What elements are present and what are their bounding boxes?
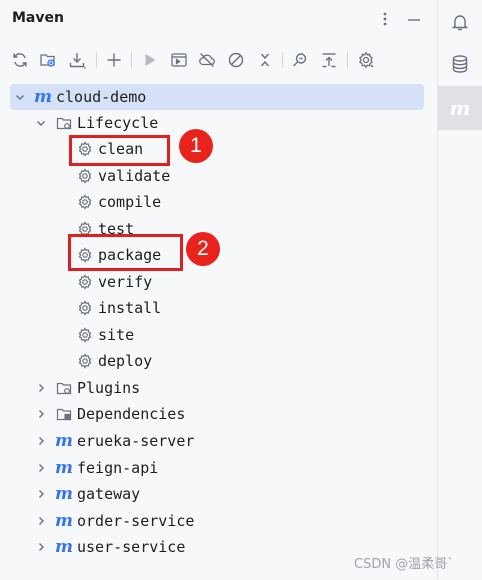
tree-node-label: install — [98, 299, 162, 317]
tree-node-label: order-service — [77, 511, 195, 530]
tree-node-plugins[interactable]: Plugins — [0, 375, 437, 401]
panel-title: Maven — [12, 10, 64, 26]
reload-icon[interactable] — [10, 50, 30, 70]
chevron-right-icon[interactable] — [35, 462, 47, 474]
maven-tool-window: Maven m cloud-demo Lifecycle clean valid… — [0, 0, 437, 580]
collapse-icon[interactable] — [255, 50, 275, 70]
gear-icon — [77, 353, 93, 369]
tree-node-module-order-service[interactable]: m order-service — [0, 508, 437, 534]
maven-icon[interactable]: m — [438, 86, 482, 130]
gear-icon — [77, 167, 93, 184]
lifecycle-folder-icon — [56, 115, 72, 131]
chevron-right-icon[interactable] — [35, 541, 47, 553]
analyze-dependencies-icon[interactable] — [290, 50, 310, 70]
skip-tests-icon[interactable] — [226, 50, 246, 70]
chevron-right-icon[interactable] — [35, 408, 47, 420]
tree-node-goal-clean[interactable]: clean — [0, 136, 437, 162]
highlight-box-clean — [69, 135, 170, 166]
tree-node-module-erueka-server[interactable]: m erueka-server — [0, 428, 437, 454]
plugins-folder-icon — [56, 380, 72, 396]
chevron-right-icon[interactable] — [35, 488, 47, 500]
execute-goal-icon[interactable] — [169, 50, 189, 70]
toolbar-separator — [282, 52, 283, 68]
notifications-icon[interactable] — [438, 0, 482, 44]
toolbar-separator — [347, 52, 348, 68]
maven-toolbar — [0, 44, 437, 76]
tree-node-label: site — [98, 325, 135, 344]
tree-node-module-gateway[interactable]: m gateway — [0, 481, 437, 507]
gear-icon — [77, 300, 93, 316]
maven-module-icon: m — [55, 457, 73, 478]
maven-module-icon: m — [55, 484, 73, 504]
chevron-right-icon[interactable] — [35, 515, 47, 527]
tree-node-label: erueka-server — [77, 432, 195, 450]
chevron-down-icon[interactable] — [35, 117, 47, 129]
vertical-ellipsis-icon[interactable] — [376, 10, 394, 28]
chevron-right-icon[interactable] — [35, 435, 47, 447]
tree-node-goal-verify[interactable]: verify — [0, 269, 437, 295]
tree-node-goal-site[interactable]: site — [0, 322, 437, 348]
tree-node-root-project[interactable]: m cloud-demo — [10, 84, 424, 110]
run-icon[interactable] — [140, 50, 160, 70]
tree-node-goal-test[interactable]: test — [0, 216, 437, 242]
maven-module-icon: m — [55, 510, 73, 531]
chevron-right-icon[interactable] — [35, 382, 47, 394]
tree-node-lifecycle[interactable]: Lifecycle — [0, 110, 437, 136]
panel-header: Maven — [0, 0, 437, 38]
tree-node-label: feign-api — [77, 458, 159, 477]
tree-node-dependencies[interactable]: Dependencies — [0, 401, 437, 427]
download-icon[interactable] — [67, 50, 87, 70]
right-tool-strip: m — [437, 0, 482, 580]
collapse-all-icon[interactable] — [319, 50, 339, 70]
watermark: CSDN @温柔哥` — [354, 557, 454, 572]
minimize-icon[interactable] — [405, 10, 423, 28]
highlight-box-package — [68, 234, 183, 271]
maven-module-icon: m — [34, 87, 52, 107]
maven-module-icon: m — [55, 537, 73, 557]
tree-node-goal-install[interactable]: install — [0, 295, 437, 321]
tree-node-label: deploy — [98, 352, 153, 370]
tree-node-label: Dependencies — [77, 405, 186, 423]
annotation-badge-2: 2 — [186, 232, 220, 266]
tree-node-label: cloud-demo — [56, 88, 147, 106]
tree-node-label: verify — [98, 272, 153, 291]
maven-module-icon: m — [55, 431, 73, 451]
tree-node-goal-validate[interactable]: validate — [0, 163, 437, 189]
tree-node-goal-compile[interactable]: compile — [0, 189, 437, 215]
tree-node-label: Lifecycle — [77, 114, 159, 132]
add-project-icon[interactable] — [38, 50, 58, 70]
offline-icon[interactable] — [197, 50, 217, 70]
annotation-badge-1: 1 — [179, 129, 213, 163]
tree-node-label: gateway — [77, 485, 141, 503]
toolbar-separator — [131, 52, 132, 68]
plus-icon[interactable] — [104, 50, 124, 70]
gear-icon — [77, 273, 93, 290]
tree-node-label: user-service — [77, 538, 186, 556]
dependencies-folder-icon — [56, 406, 72, 422]
tree-node-goal-deploy[interactable]: deploy — [0, 348, 437, 374]
tree-node-label: validate — [98, 166, 171, 185]
gear-icon — [77, 194, 93, 210]
database-icon[interactable] — [438, 42, 482, 86]
toolbar-separator — [96, 52, 97, 68]
tree-node-module-feign-api[interactable]: m feign-api — [0, 455, 437, 481]
tree-node-label: Plugins — [77, 379, 141, 397]
settings-icon[interactable] — [356, 50, 376, 70]
tree-node-label: compile — [98, 193, 162, 211]
gear-icon — [77, 326, 93, 343]
chevron-down-icon[interactable] — [14, 91, 26, 103]
